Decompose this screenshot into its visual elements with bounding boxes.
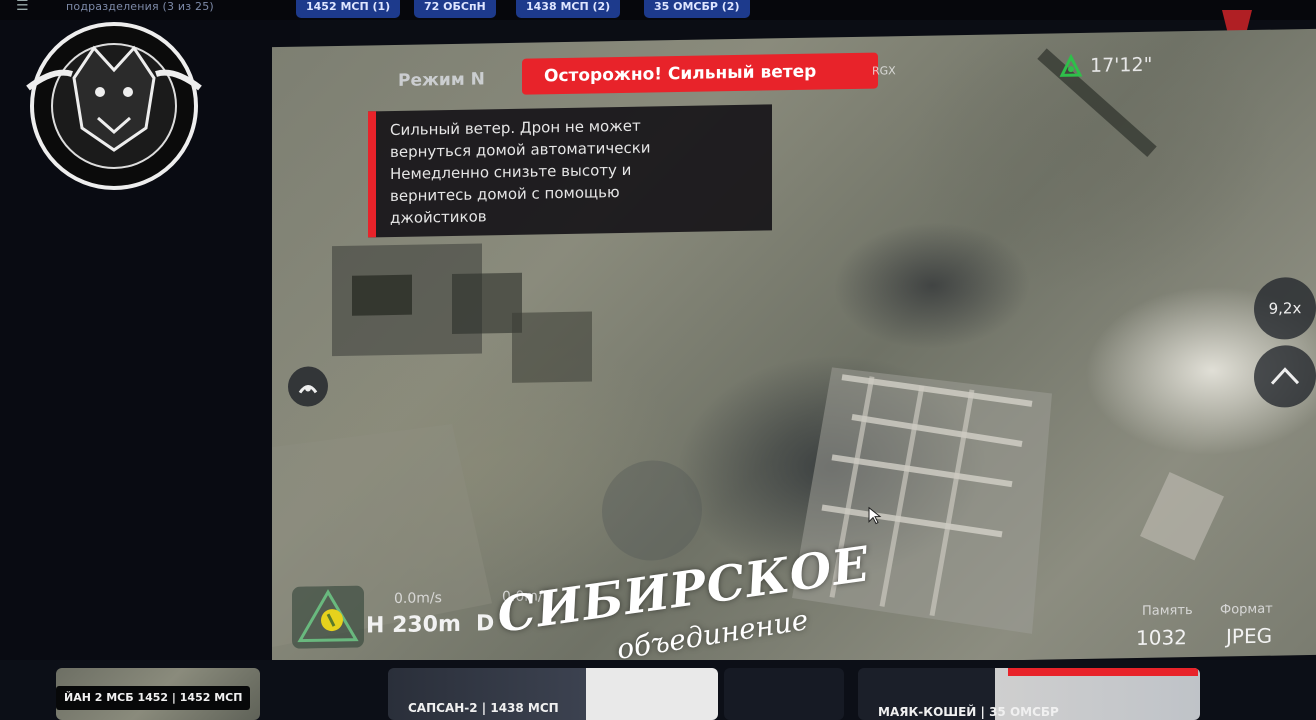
battalion-emblem-logo [26, 22, 202, 190]
storage-value: 1032 [1136, 625, 1187, 651]
stream-thumb[interactable]: САПСАН-2 | 1438 МСП [388, 668, 718, 720]
altitude-readout: H 230m [366, 611, 461, 639]
wind-warning-message: Сильный ветер. Дрон не может вернуться д… [368, 104, 772, 238]
horizontal-speed: 0.0m/s [394, 590, 442, 607]
stream-thumb-label: ЙАН 2 МСБ 1452 | 1452 МСП [56, 686, 251, 710]
radar-minimap-icon [292, 585, 364, 649]
stream-thumb-label: САПСАН-2 | 1438 МСП [408, 701, 559, 715]
camera-switch-button[interactable] [1254, 344, 1316, 408]
format-caption: Формат [1220, 601, 1273, 618]
unit-chip[interactable]: 1452 МСП (1) [296, 0, 401, 18]
format-value: JPEG [1226, 623, 1273, 649]
stream-thumb[interactable] [724, 668, 844, 720]
flight-mode-label: Режим N [398, 69, 485, 91]
thumb-alert-bar [1008, 668, 1198, 676]
stream-thumb[interactable]: МАЯК-КОШЕЙ | 35 ОМСБР [858, 668, 1200, 720]
unit-chip[interactable]: 1438 МСП (2) [516, 0, 621, 18]
distance-readout: D [476, 611, 495, 637]
unit-chip[interactable]: 72 ОБСпН [414, 0, 496, 18]
stream-thumb-label: МАЯК-КОШЕЙ | 35 ОМСБР [878, 705, 1059, 719]
unit-chip[interactable]: 35 ОМСБР (2) [644, 0, 750, 18]
stream-thumb[interactable]: ЙАН 2 МСБ 1452 | 1452 МСП [56, 668, 260, 720]
camera-switch-icon [1270, 367, 1300, 385]
stream-thumbnails: ЙАН 2 МСБ 1452 | 1452 МСП САПСАН-2 | 143… [0, 660, 1316, 720]
storage-caption: Память [1142, 603, 1193, 619]
warning-tag: RGX [872, 64, 896, 78]
map-toggle-icon [298, 385, 318, 394]
gps-signal-icon [1059, 53, 1083, 77]
mouse-cursor-icon [868, 506, 882, 525]
map-toggle-button[interactable] [288, 366, 328, 407]
wind-warning-banner: Осторожно! Сильный ветер [522, 52, 878, 95]
flight-time: 17'12" [1090, 53, 1153, 77]
